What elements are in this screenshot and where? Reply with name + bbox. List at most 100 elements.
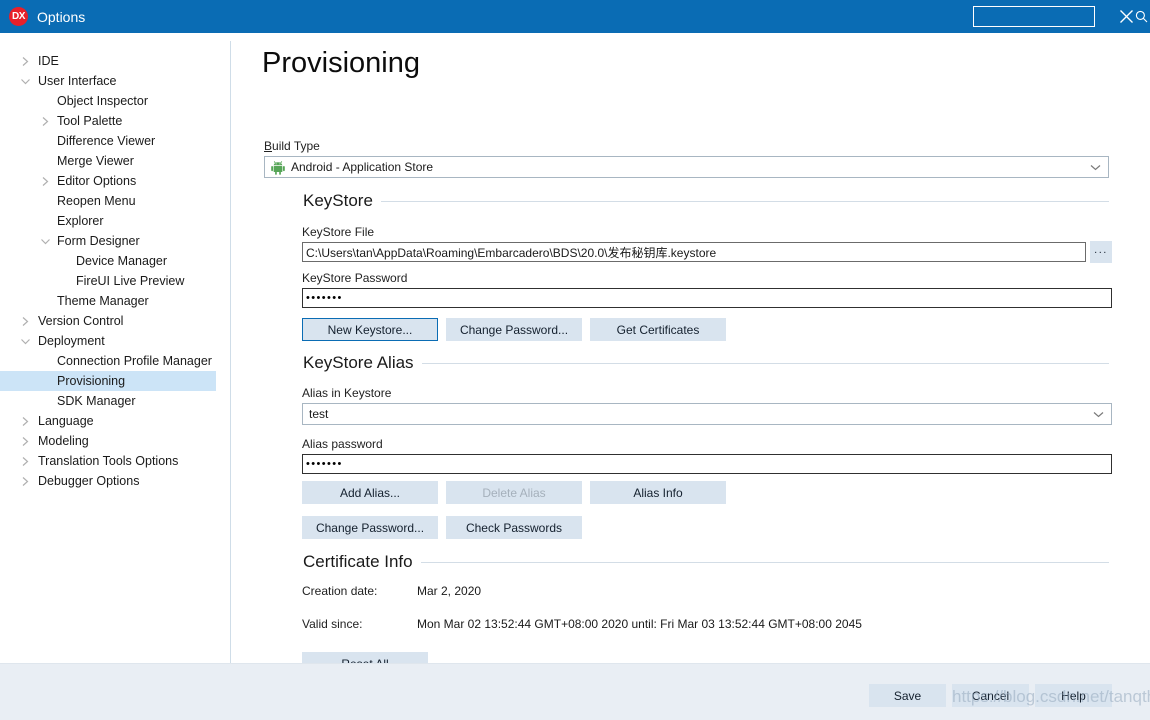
sidebar-item-provisioning[interactable]: Provisioning	[0, 371, 216, 391]
keystore-alias-group-header: KeyStore Alias	[303, 353, 1109, 373]
sidebar-item-deployment[interactable]: Deployment	[0, 331, 216, 351]
chevron-right-icon[interactable]	[18, 451, 32, 471]
sidebar-item-label: Debugger Options	[38, 474, 140, 488]
chevron-down-icon	[1082, 157, 1108, 177]
sidebar-item-editor-options[interactable]: Editor Options	[0, 171, 216, 191]
reset-all-button[interactable]: Reset All	[302, 652, 428, 663]
window-title: Options	[37, 8, 86, 25]
keystore-group-title: KeyStore	[303, 191, 373, 210]
get-certificates-button[interactable]: Get Certificates	[590, 318, 726, 341]
sidebar-item-modeling[interactable]: Modeling	[0, 431, 216, 451]
sidebar-item-reopen-menu[interactable]: Reopen Menu	[0, 191, 216, 211]
build-type-label: Build Type	[264, 139, 320, 153]
sidebar-item-debugger-options[interactable]: Debugger Options	[0, 471, 216, 491]
sidebar-item-label: Connection Profile Manager	[57, 354, 212, 368]
help-button[interactable]: Help	[1035, 684, 1112, 707]
save-button[interactable]: Save	[869, 684, 946, 707]
build-type-combo[interactable]: Android - Application Store	[264, 156, 1109, 178]
search-box[interactable]	[973, 6, 1148, 27]
sidebar-item-theme-manager[interactable]: Theme Manager	[0, 291, 216, 311]
chevron-down-icon[interactable]	[18, 331, 32, 351]
android-icon	[271, 160, 285, 175]
cancel-button[interactable]: Cancel	[952, 684, 1029, 707]
alias-in-keystore-label: Alias in Keystore	[302, 386, 392, 400]
chevron-right-icon[interactable]	[38, 171, 52, 191]
chevron-right-icon[interactable]	[18, 471, 32, 491]
keystore-password-label: KeyStore Password	[302, 271, 408, 285]
chevron-right-icon[interactable]	[18, 311, 32, 331]
sidebar-item-form-designer[interactable]: Form Designer	[0, 231, 216, 251]
divider	[420, 561, 1109, 563]
creation-date-label: Creation date:	[302, 584, 378, 598]
options-window: DX Options IDE User Interface Object Inspe…	[0, 0, 1150, 720]
sidebar-item-ide[interactable]: IDE	[0, 51, 216, 71]
change-password-button[interactable]: Change Password...	[302, 516, 438, 539]
sidebar-item-version-control[interactable]: Version Control	[0, 311, 216, 331]
certificate-info-group-header: Certificate Info	[303, 552, 1109, 572]
alias-info-button[interactable]: Alias Info	[590, 481, 726, 504]
check-passwords-button[interactable]: Check Passwords	[446, 516, 582, 539]
sidebar-item-object-inspector[interactable]: Object Inspector	[0, 91, 216, 111]
sidebar-item-connection-profile-manager[interactable]: Connection Profile Manager	[0, 351, 216, 371]
sidebar-item-label: Form Designer	[57, 234, 140, 248]
sidebar-item-label: Translation Tools Options	[38, 454, 179, 468]
keystore-file-input[interactable]	[302, 242, 1086, 262]
sidebar-item-language[interactable]: Language	[0, 411, 216, 431]
sidebar-item-label: Modeling	[38, 434, 89, 448]
chevron-down-icon[interactable]	[18, 71, 32, 91]
sidebar-item-label: Tool Palette	[57, 114, 123, 128]
sidebar-item-label: Merge Viewer	[57, 154, 134, 168]
alias-value: test	[309, 407, 329, 421]
sidebar-item-user-interface[interactable]: User Interface	[0, 71, 216, 91]
sidebar-item-device-manager[interactable]: Device Manager	[0, 251, 216, 271]
build-type-value: Android - Application Store	[291, 160, 434, 174]
chevron-down-icon[interactable]	[38, 231, 52, 251]
sidebar-item-label: Language	[38, 414, 94, 428]
add-alias-button[interactable]: Add Alias...	[302, 481, 438, 504]
valid-since-value: Mon Mar 02 13:52:44 GMT+08:00 2020 until…	[417, 617, 862, 631]
chevron-right-icon[interactable]	[18, 411, 32, 431]
sidebar-item-label: Provisioning	[57, 374, 126, 388]
sidebar-item-difference-viewer[interactable]: Difference Viewer	[0, 131, 216, 151]
sidebar-item-label: User Interface	[38, 74, 117, 88]
alias-password-label: Alias password	[302, 437, 383, 451]
sidebar-item-label: Version Control	[38, 314, 124, 328]
sidebar-item-label: Explorer	[57, 214, 104, 228]
chevron-right-icon[interactable]	[18, 431, 32, 451]
sidebar-item-fireui-live-preview[interactable]: FireUI Live Preview	[0, 271, 216, 291]
sidebar-item-label: FireUI Live Preview	[76, 274, 185, 288]
change-password-button[interactable]: Change Password...	[446, 318, 582, 341]
sidebar-item-merge-viewer[interactable]: Merge Viewer	[0, 151, 216, 171]
dx-logo-icon: DX	[9, 7, 28, 26]
alias-password-input[interactable]: •••••••	[302, 454, 1112, 474]
page-title: Provisioning	[262, 47, 420, 79]
chevron-right-icon[interactable]	[38, 111, 52, 131]
chevron-right-icon[interactable]	[18, 51, 32, 71]
sidebar-item-label: Deployment	[38, 334, 105, 348]
sidebar-item-label: Editor Options	[57, 174, 137, 188]
divider	[380, 200, 1109, 202]
sidebar-item-explorer[interactable]: Explorer	[0, 211, 216, 231]
delete-alias-button: Delete Alias	[446, 481, 582, 504]
search-input[interactable]	[974, 7, 1135, 26]
close-icon[interactable]	[1112, 3, 1140, 29]
creation-date-value: Mar 2, 2020	[417, 584, 482, 598]
keystore-alias-group-title: KeyStore Alias	[303, 353, 414, 372]
keystore-password-input[interactable]: •••••••	[302, 288, 1112, 308]
sidebar-item-translation-tools-options[interactable]: Translation Tools Options	[0, 451, 216, 471]
sidebar-item-tool-palette[interactable]: Tool Palette	[0, 111, 216, 131]
settings-tree: IDE User Interface Object Inspector Tool Pa…	[0, 33, 230, 663]
sidebar-item-label: Device Manager	[76, 254, 168, 268]
sidebar-item-sdk-manager[interactable]: SDK Manager	[0, 391, 216, 411]
sidebar-item-label: Theme Manager	[57, 294, 149, 308]
new-keystore-button[interactable]: New Keystore...	[302, 318, 438, 341]
sidebar-item-label: Difference Viewer	[57, 134, 156, 148]
keystore-file-label: KeyStore File	[302, 225, 375, 239]
sidebar-item-label: Reopen Menu	[57, 194, 136, 208]
browse-keystore-button[interactable]: ...	[1090, 241, 1112, 263]
valid-since-label: Valid since:	[302, 617, 363, 631]
sidebar-item-label: Object Inspector	[57, 94, 149, 108]
divider	[421, 362, 1109, 364]
alias-in-keystore-combo[interactable]: test	[302, 403, 1112, 425]
sidebar-item-label: SDK Manager	[57, 394, 136, 408]
